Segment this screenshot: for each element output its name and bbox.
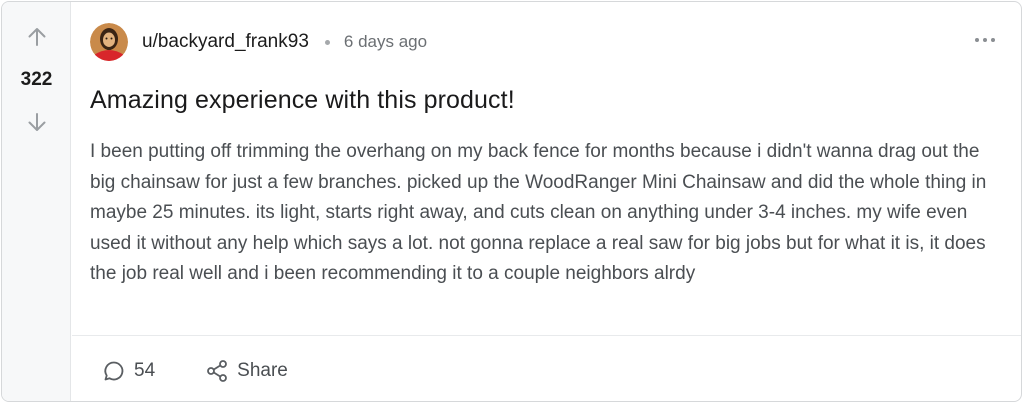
username-link[interactable]: u/backyard_frank93 [142, 31, 309, 53]
vote-count: 322 [20, 69, 53, 90]
more-options-button[interactable] [973, 30, 997, 50]
post-title[interactable]: Amazing experience with this product! [90, 86, 515, 115]
post-body: I been putting off trimming the overhang… [90, 141, 987, 284]
post-card: 322 u/backyard_frank93 6 days ago Amazin… [1, 1, 1022, 402]
arrow-up-icon [28, 28, 46, 46]
comments-button[interactable]: 54 [102, 359, 155, 383]
share-label: Share [237, 360, 288, 381]
post-timestamp: 6 days ago [343, 32, 428, 51]
downvote-button[interactable] [24, 109, 50, 135]
footer-divider [72, 335, 1021, 336]
avatar[interactable] [90, 23, 128, 61]
separator-dot [324, 39, 330, 45]
share-button[interactable]: Share [205, 359, 288, 383]
upvote-button[interactable] [24, 24, 50, 50]
comment-count: 54 [134, 360, 156, 381]
comment-icon [104, 361, 124, 381]
share-icon [207, 360, 228, 382]
post-actions: 54 Share [102, 354, 288, 388]
user-avatar-icon [90, 23, 128, 61]
arrow-down-icon [28, 113, 46, 131]
more-horizontal-icon [975, 38, 995, 42]
post-header: u/backyard_frank93 6 days ago [90, 22, 427, 62]
vote-column: 322 [2, 2, 71, 401]
